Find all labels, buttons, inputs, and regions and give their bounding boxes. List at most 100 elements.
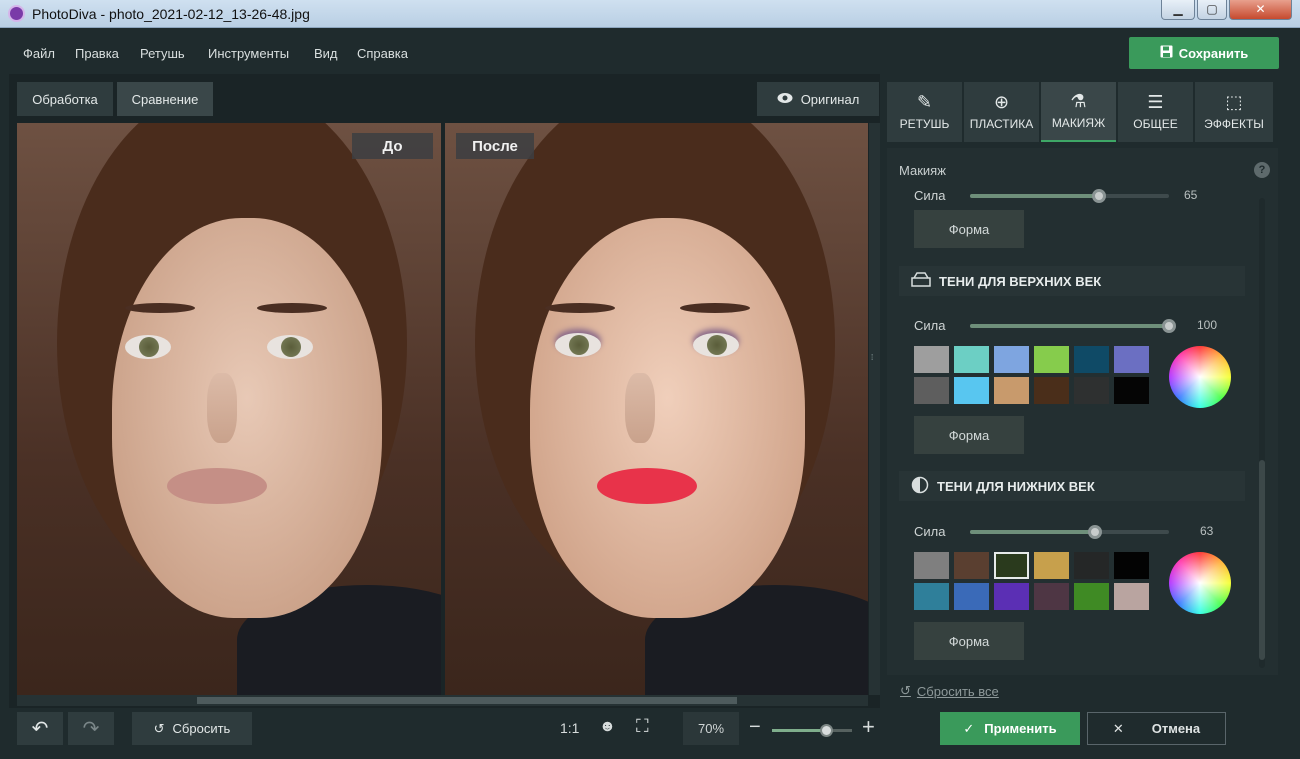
tab-makeup[interactable]: ⚗ МАКИЯЖ [1041, 82, 1116, 142]
panel-scroll-thumb[interactable] [1259, 460, 1265, 660]
minimize-button[interactable]: ▁ [1161, 0, 1195, 20]
shape-button[interactable]: Форма [914, 210, 1024, 248]
original-label: Оригинал [800, 91, 860, 107]
zoom-in-icon[interactable]: + [862, 714, 875, 740]
lower-color-swatch[interactable] [994, 552, 1029, 579]
tab-label: РЕТУШЬ [899, 117, 950, 131]
maximize-button[interactable]: ▢ [1197, 0, 1227, 20]
cancel-label: Отмена [1151, 721, 1201, 736]
undo-button[interactable]: ↶ [17, 712, 63, 745]
lower-color-swatch[interactable] [1074, 583, 1109, 610]
lower-strength-label: Сила [914, 524, 946, 539]
tab-label: ПЛАСТИКА [969, 117, 1034, 131]
save-label: Сохранить [1178, 45, 1249, 61]
tab-retouch[interactable]: ✎ РЕТУШЬ [887, 82, 962, 142]
panel-scrollbar[interactable] [1259, 198, 1265, 668]
help-icon[interactable]: ? [1254, 162, 1270, 178]
lower-color-wheel[interactable] [1169, 552, 1231, 614]
horizontal-scrollbar[interactable] [17, 695, 868, 706]
reset-all-link[interactable]: ↺ Сбросить все [900, 683, 999, 699]
photo-after[interactable] [445, 123, 868, 695]
upper-color-swatch[interactable] [1114, 377, 1149, 404]
reset-all-label: Сбросить все [916, 683, 999, 699]
upper-color-swatch[interactable] [1074, 346, 1109, 373]
menu-retouch[interactable]: Ретушь [140, 46, 185, 61]
lower-strength-slider[interactable] [970, 525, 1169, 539]
cancel-button[interactable]: ✕ Отмена [1087, 712, 1226, 745]
zoom-slider[interactable] [772, 724, 852, 737]
zoom-slider-thumb[interactable] [820, 724, 834, 737]
lips-before [167, 468, 267, 504]
menu-help[interactable]: Справка [357, 46, 408, 61]
lower-color-swatch[interactable] [994, 583, 1029, 610]
lower-color-swatch[interactable] [954, 583, 989, 610]
lower-color-swatch[interactable] [1034, 583, 1069, 610]
horizontal-scroll-thumb[interactable] [197, 697, 737, 704]
processing-button[interactable]: Обработка [17, 82, 113, 116]
apply-button[interactable]: ✓ Применить [940, 712, 1080, 745]
upper-color-swatch[interactable] [954, 377, 989, 404]
upper-strength-slider[interactable] [970, 319, 1176, 333]
upper-color-swatch[interactable] [1114, 346, 1149, 373]
tab-label: МАКИЯЖ [1051, 116, 1106, 130]
fit-screen-icon[interactable]: ⛶ [636, 716, 649, 737]
tab-general[interactable]: ☰ ОБЩЕЕ [1118, 82, 1193, 142]
lower-color-swatch[interactable] [914, 583, 949, 610]
lower-color-swatch[interactable] [914, 552, 949, 579]
upper-eyeshadow-header[interactable]: ТЕНИ ДЛЯ ВЕРХНИХ ВЕК [899, 266, 1245, 296]
tab-plastic[interactable]: ⊕ ПЛАСТИКА [964, 82, 1039, 142]
apply-label: Применить [984, 721, 1057, 736]
upper-color-swatch[interactable] [994, 346, 1029, 373]
lower-color-swatch[interactable] [954, 552, 989, 579]
upper-strength-thumb[interactable] [1162, 319, 1176, 333]
lower-eyeshadow-title: ТЕНИ ДЛЯ НИЖНИХ ВЕК [937, 478, 1095, 494]
menu-tools[interactable]: Инструменты [208, 46, 289, 61]
photodiva-app-icon [8, 5, 25, 22]
lower-eyeshadow-header[interactable]: ТЕНИ ДЛЯ НИЖНИХ ВЕК [899, 471, 1245, 501]
menu-file[interactable]: Файл [23, 46, 55, 61]
strength-slider-thumb[interactable] [1092, 189, 1107, 203]
tab-effects[interactable]: ⬚ ЭФФЕКТЫ [1195, 82, 1273, 142]
effects-icon: ⬚ [1225, 92, 1243, 112]
compare-button[interactable]: Сравнение [117, 82, 213, 116]
zoom-1-1-button[interactable]: 1:1 [560, 720, 579, 736]
photo-before[interactable] [17, 123, 441, 695]
redo-button[interactable]: ↷ [68, 712, 114, 745]
upper-color-swatch[interactable] [1074, 377, 1109, 404]
original-button[interactable]: Оригинал [757, 82, 879, 116]
upper-shape-button[interactable]: Форма [914, 416, 1024, 454]
before-label: До [352, 133, 433, 159]
close-button[interactable]: ✕ [1229, 0, 1292, 20]
zoom-value[interactable]: 70% [683, 712, 739, 745]
lower-color-swatch[interactable] [1034, 552, 1069, 579]
retouch-icon: ✎ [916, 92, 933, 112]
lower-color-swatch[interactable] [1114, 583, 1149, 610]
lower-shape-button[interactable]: Форма [914, 622, 1024, 660]
upper-eyelid-icon [911, 271, 931, 291]
menu-view[interactable]: Вид [314, 46, 338, 61]
reset-button[interactable]: ↺ Сбросить [132, 712, 252, 745]
zoom-out-icon[interactable]: − [749, 716, 761, 739]
upper-color-swatch[interactable] [914, 346, 949, 373]
after-label: После [456, 133, 534, 159]
save-button[interactable]: Сохранить [1129, 37, 1279, 69]
face-detect-icon[interactable]: ☻ [599, 718, 616, 736]
upper-eyeshadow-title: ТЕНИ ДЛЯ ВЕРХНИХ ВЕК [939, 273, 1102, 289]
strength-slider[interactable] [970, 189, 1169, 203]
lower-color-swatch[interactable] [1074, 552, 1109, 579]
menu-edit[interactable]: Правка [75, 46, 119, 61]
upper-color-swatch[interactable] [1034, 346, 1069, 373]
panel-title: Макияж [899, 163, 946, 178]
panel-header: Макияж ? [887, 148, 1278, 190]
lower-strength-fill [970, 530, 1096, 534]
floppy-disk-icon [1160, 45, 1173, 61]
lower-strength-thumb[interactable] [1088, 525, 1103, 539]
vertical-scrollbar[interactable]: ⁞ [869, 123, 880, 695]
tool-tabs: ✎ РЕТУШЬ ⊕ ПЛАСТИКА ⚗ МАКИЯЖ ☰ ОБЩЕЕ ⬚ Э… [887, 82, 1273, 142]
upper-color-swatch[interactable] [914, 377, 949, 404]
upper-color-swatch[interactable] [994, 377, 1029, 404]
upper-color-swatch[interactable] [1034, 377, 1069, 404]
lower-color-swatch[interactable] [1114, 552, 1149, 579]
upper-color-swatch[interactable] [954, 346, 989, 373]
upper-color-wheel[interactable] [1169, 346, 1231, 408]
